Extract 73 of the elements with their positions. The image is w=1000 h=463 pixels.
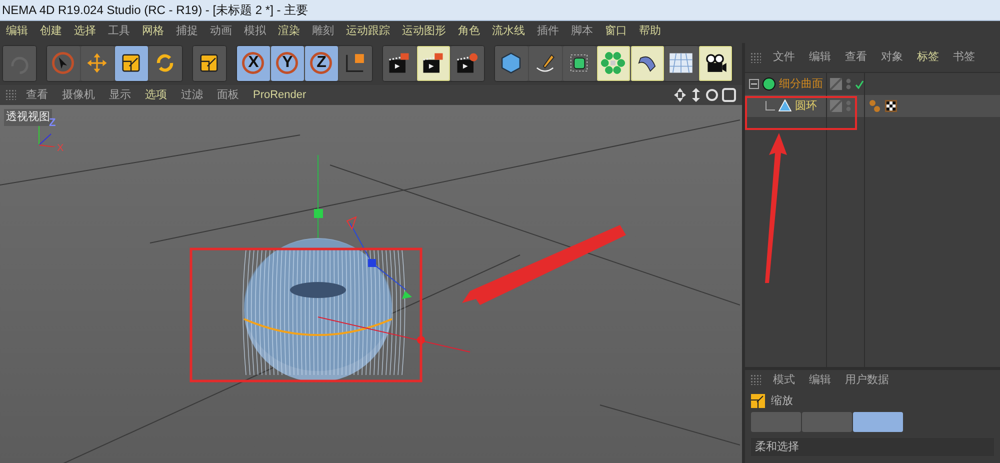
toolbar-button[interactable]: [339, 46, 372, 80]
axis-icon: [308, 50, 334, 76]
menu-item[interactable]: 运动图形: [402, 22, 446, 40]
tree-line-icon: [765, 101, 775, 111]
grip-icon: [751, 375, 761, 385]
toolbar-button[interactable]: [665, 46, 698, 80]
object-name[interactable]: 细分曲面: [779, 76, 823, 92]
menu-item[interactable]: 渲染: [278, 22, 300, 40]
toolbar-button[interactable]: [193, 46, 226, 80]
object-name[interactable]: 圆环: [795, 98, 817, 114]
toolbar-button[interactable]: [699, 46, 732, 80]
menu-item[interactable]: 选择: [74, 22, 96, 40]
menu-item[interactable]: 流水线: [492, 22, 525, 40]
toolbar-button[interactable]: [631, 46, 664, 80]
menu-item[interactable]: 书签: [953, 49, 975, 66]
menu-item[interactable]: 查看: [845, 49, 867, 66]
menu-item[interactable]: 动画: [210, 22, 232, 40]
toolbar-button[interactable]: X: [237, 46, 270, 80]
material-dots-icon[interactable]: [869, 99, 881, 113]
menu-item[interactable]: 编辑: [6, 22, 28, 40]
axis-icon: [240, 50, 266, 76]
axis-icon: [274, 50, 300, 76]
toolbar-button[interactable]: Z: [305, 46, 338, 80]
menu-item[interactable]: 编辑: [809, 49, 831, 66]
menu-item[interactable]: 运动跟踪: [346, 22, 390, 40]
axis-gizmo-drawing: [38, 125, 56, 147]
menu-item[interactable]: 捕捉: [176, 22, 198, 40]
menu-item[interactable]: 过滤: [181, 86, 203, 104]
pointer-icon: [50, 50, 76, 76]
object-row[interactable]: 圆环: [745, 95, 1000, 117]
collapse-toggle[interactable]: [749, 79, 759, 89]
toolbar-button[interactable]: [529, 46, 562, 80]
menu-item[interactable]: 编辑: [809, 372, 831, 388]
menu-item[interactable]: 帮助: [639, 22, 661, 40]
menu-item[interactable]: 创建: [40, 22, 62, 40]
axis-label: X: [57, 142, 64, 156]
menu-item[interactable]: 面板: [217, 86, 239, 104]
cloner-icon: [600, 50, 626, 76]
menu-item[interactable]: 查看: [26, 86, 48, 104]
menu-item[interactable]: 工具: [108, 22, 130, 40]
toolbar-button[interactable]: [115, 46, 148, 80]
check-icon[interactable]: [855, 80, 864, 88]
menu-item[interactable]: 显示: [109, 86, 131, 104]
grip-icon: [751, 52, 761, 62]
grip-icon: [6, 90, 16, 100]
menu-item[interactable]: 标签: [917, 49, 939, 66]
toolbar-button[interactable]: Y: [271, 46, 304, 80]
visibility-dots-icon[interactable]: [846, 100, 851, 112]
menu-item[interactable]: 摄像机: [62, 86, 95, 104]
menu-item[interactable]: 雕刻: [312, 22, 334, 40]
menu-item[interactable]: 角色: [458, 22, 480, 40]
tool-name: 缩放: [771, 394, 793, 409]
section-header[interactable]: 柔和选择: [755, 438, 799, 456]
scale-icon: [751, 394, 765, 408]
window-title: NEMA 4D R19.024 Studio (RC - R19) - [未标题 2 *] - 主要: [2, 2, 308, 19]
menu-item[interactable]: 窗口: [605, 22, 627, 40]
menu-item[interactable]: 选项: [145, 86, 167, 104]
toolbar-button[interactable]: [563, 46, 596, 80]
checker-tag-icon[interactable]: [885, 100, 897, 112]
menu-item[interactable]: 对象: [881, 49, 903, 66]
menu-item[interactable]: 用户数据: [845, 372, 889, 388]
menu-item[interactable]: ProRender: [253, 86, 306, 104]
menu-item[interactable]: 模拟: [244, 22, 266, 40]
triangle-icon: [778, 99, 792, 113]
menu-item[interactable]: 脚本: [571, 22, 593, 40]
sphere-icon: [762, 77, 776, 91]
menu-item[interactable]: 模式: [773, 372, 795, 388]
navigation-icons[interactable]: [674, 88, 736, 102]
menu-item[interactable]: 插件: [537, 22, 559, 40]
menu-item[interactable]: 网格: [142, 22, 164, 40]
visibility-dots-icon[interactable]: [846, 78, 851, 90]
menu-item[interactable]: 文件: [773, 49, 795, 66]
toolbar-button[interactable]: [417, 46, 450, 80]
